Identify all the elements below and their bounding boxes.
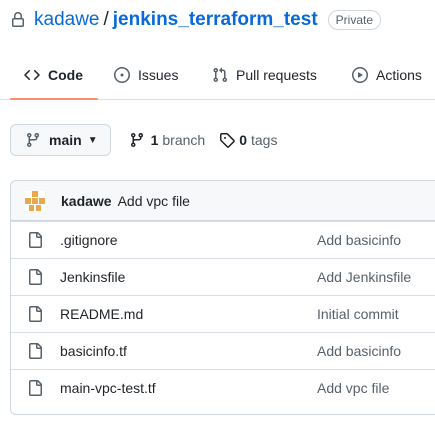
issue-opened-icon bbox=[114, 67, 130, 83]
tag-count-label: tags bbox=[251, 132, 278, 148]
git-branch-icon bbox=[25, 132, 41, 148]
file-name-link[interactable]: basicinfo.tf bbox=[60, 343, 127, 359]
lock-icon bbox=[10, 12, 26, 28]
branch-select-button[interactable]: main ▼ bbox=[10, 124, 111, 156]
commit-message-link[interactable]: Add vpc file bbox=[118, 193, 190, 209]
branch-count: 1 bbox=[150, 132, 159, 148]
file-commit-link[interactable]: Add basicinfo bbox=[317, 343, 401, 359]
tags-link[interactable]: 0 tags bbox=[219, 132, 277, 148]
file-icon bbox=[27, 269, 43, 285]
tab-actions[interactable]: Actions bbox=[352, 58, 422, 92]
file-icon bbox=[27, 232, 43, 248]
file-icon bbox=[27, 306, 43, 322]
tag-icon bbox=[219, 132, 235, 148]
tab-issues-label: Issues bbox=[138, 67, 179, 83]
tab-actions-label: Actions bbox=[376, 67, 422, 83]
play-icon bbox=[352, 67, 368, 83]
commit-author-link[interactable]: kadawe bbox=[61, 193, 112, 209]
repo-nav: Code Issues Pull requests Actions bbox=[0, 58, 435, 98]
repo-name-link[interactable]: jenkins_terraform_test bbox=[113, 9, 318, 31]
file-row[interactable]: basicinfo.tf Add basicinfo bbox=[11, 332, 435, 369]
branches-link[interactable]: 1 branch bbox=[129, 132, 206, 148]
file-browser: kadawe Add vpc file .gitignore Add basic… bbox=[10, 180, 435, 415]
tab-code[interactable]: Code bbox=[24, 58, 83, 92]
file-commit-link[interactable]: Add vpc file bbox=[317, 380, 389, 396]
file-row[interactable]: README.md Initial commit bbox=[11, 295, 435, 332]
tab-pull-requests-label: Pull requests bbox=[236, 67, 317, 83]
code-icon bbox=[24, 67, 40, 83]
repo-owner-link[interactable]: kadawe bbox=[34, 9, 100, 31]
file-name-link[interactable]: .gitignore bbox=[60, 232, 118, 248]
branch-name: main bbox=[49, 132, 82, 148]
file-name-link[interactable]: README.md bbox=[60, 306, 143, 322]
file-name-link[interactable]: Jenkinsfile bbox=[60, 269, 125, 285]
repo-separator: / bbox=[103, 9, 109, 30]
file-name-link[interactable]: main-vpc-test.tf bbox=[60, 380, 156, 396]
tab-issues[interactable]: Issues bbox=[114, 58, 178, 92]
tab-pull-requests[interactable]: Pull requests bbox=[212, 58, 317, 92]
file-commit-link[interactable]: Initial commit bbox=[317, 306, 399, 322]
branch-count-label: branch bbox=[162, 132, 206, 148]
tab-code-label: Code bbox=[48, 67, 83, 83]
file-row[interactable]: main-vpc-test.tf Add vpc file bbox=[11, 369, 435, 406]
avatar[interactable] bbox=[25, 190, 45, 211]
caret-down-icon: ▼ bbox=[87, 134, 98, 146]
latest-commit-bar: kadawe Add vpc file bbox=[11, 181, 435, 221]
file-commit-link[interactable]: Add basicinfo bbox=[317, 232, 401, 248]
file-row[interactable]: Jenkinsfile Add Jenkinsfile bbox=[11, 258, 435, 295]
file-icon bbox=[27, 343, 43, 359]
branch-row: main ▼ 1 branch 0 tags bbox=[10, 124, 277, 156]
selected-tab-underline bbox=[10, 98, 98, 100]
tag-count: 0 bbox=[239, 132, 247, 148]
file-icon bbox=[27, 380, 43, 396]
file-commit-link[interactable]: Add Jenkinsfile bbox=[317, 269, 411, 285]
visibility-badge: Private bbox=[327, 10, 382, 30]
repo-header: kadawe / jenkins_terraform_test Private bbox=[10, 8, 382, 32]
file-row[interactable]: .gitignore Add basicinfo bbox=[11, 221, 435, 258]
git-branch-icon bbox=[129, 132, 145, 148]
git-pull-request-icon bbox=[212, 67, 228, 83]
